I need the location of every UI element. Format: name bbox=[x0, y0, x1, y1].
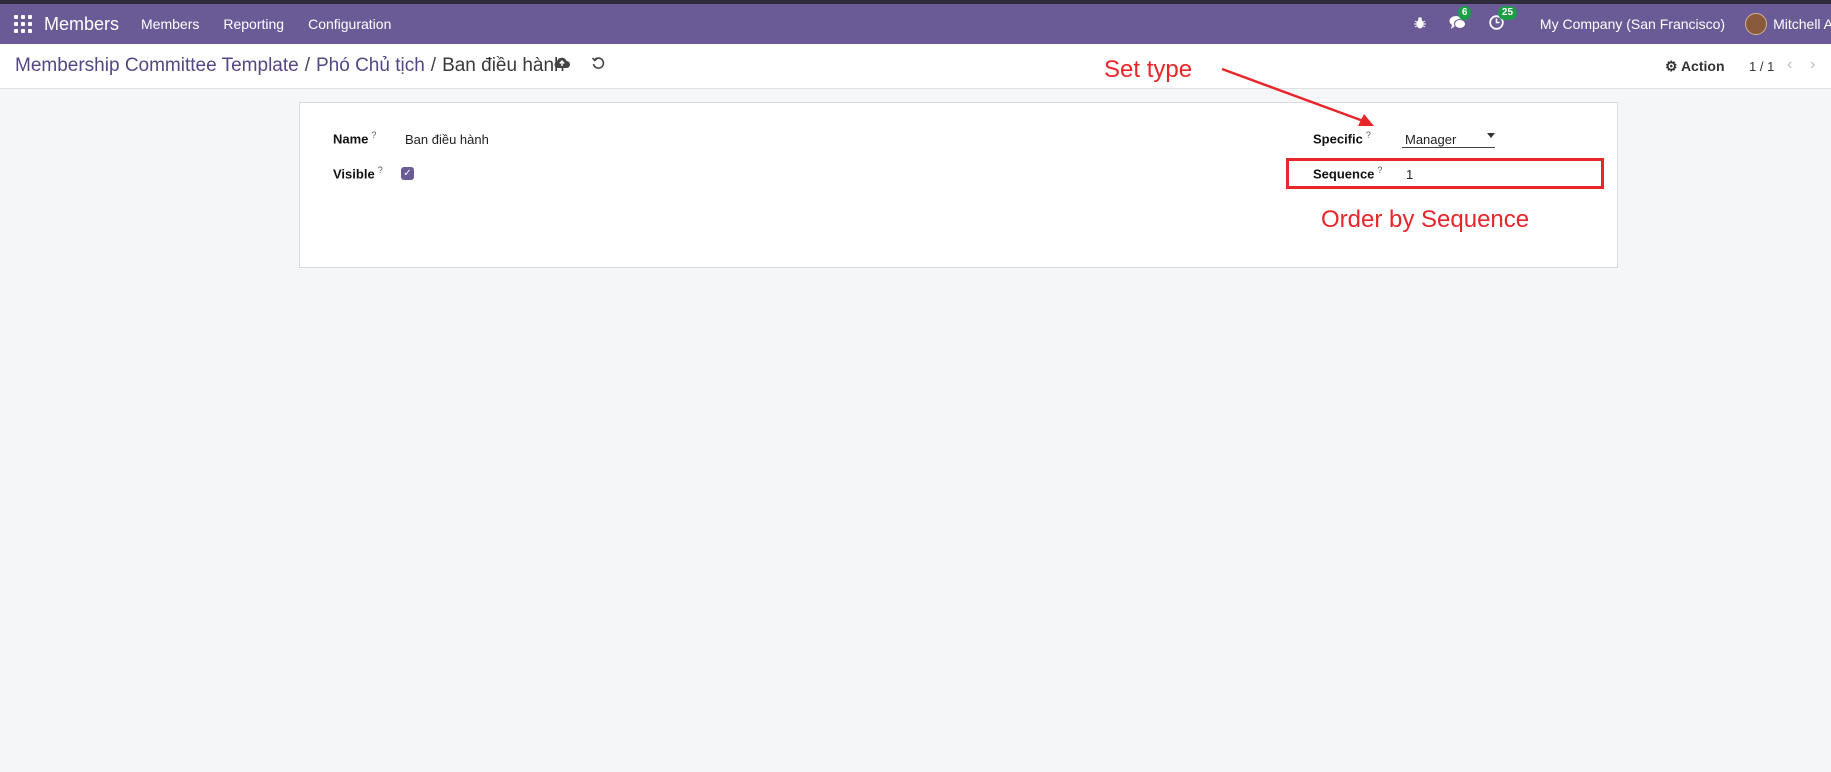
breadcrumb-link-template[interactable]: Membership Committee Template bbox=[15, 55, 299, 76]
visible-checkbox[interactable]: ✓ bbox=[401, 167, 414, 180]
annotation-order-by-sequence: Order by Sequence bbox=[1321, 206, 1530, 233]
specific-select[interactable]: Manager bbox=[1402, 127, 1495, 148]
breadcrumb-separator: / bbox=[304, 55, 310, 76]
menu-configuration[interactable]: Configuration bbox=[308, 16, 391, 32]
top-navbar: Members Members Reporting Configuration … bbox=[0, 0, 1831, 44]
app-grid-icon[interactable] bbox=[12, 13, 34, 35]
breadcrumb: Membership Committee Template / Phó Chủ tị… bbox=[15, 55, 565, 77]
control-panel: Membership Committee Template / Phó Chủ tị… bbox=[0, 44, 1831, 89]
visible-help-icon[interactable]: ? bbox=[378, 165, 383, 175]
annotation-set-type: Set type bbox=[1104, 56, 1193, 83]
pager-value[interactable]: 1 / 1 bbox=[1749, 59, 1774, 74]
breadcrumb-current: Ban điều hành bbox=[442, 55, 565, 76]
annotation-highlight-box bbox=[1286, 158, 1604, 189]
specific-value: Manager bbox=[1405, 132, 1457, 147]
breadcrumb-link-vice-chairman[interactable]: Phó Chủ tịch bbox=[316, 55, 425, 76]
breadcrumb-separator: / bbox=[430, 55, 437, 76]
company-switcher[interactable]: My Company (San Francisco) bbox=[1540, 16, 1725, 32]
bug-icon[interactable] bbox=[1413, 16, 1427, 33]
messages-badge: 6 bbox=[1457, 5, 1472, 20]
name-help-icon[interactable]: ? bbox=[371, 130, 376, 140]
app-name[interactable]: Members bbox=[44, 14, 119, 35]
chat-icon[interactable]: 6 bbox=[1449, 5, 1472, 34]
name-field[interactable]: Ban điều hành bbox=[405, 132, 489, 147]
systray: 6 25 My Company (San Francisco) Mitchell… bbox=[1413, 4, 1831, 44]
menu-reporting[interactable]: Reporting bbox=[223, 16, 284, 32]
discard-undo-icon[interactable] bbox=[591, 56, 605, 74]
visible-label: Visible? bbox=[333, 165, 383, 182]
user-menu[interactable]: Mitchell A bbox=[1773, 16, 1831, 32]
pager-previous-icon[interactable]: ‹ bbox=[1787, 56, 1792, 74]
name-label: Name? bbox=[333, 130, 377, 147]
gear-icon: ⚙ bbox=[1665, 58, 1678, 74]
pager-next-icon[interactable]: › bbox=[1810, 56, 1815, 74]
activities-badge: 25 bbox=[1497, 6, 1518, 20]
action-button[interactable]: ⚙ Action bbox=[1665, 58, 1725, 75]
menu-members[interactable]: Members bbox=[141, 16, 199, 32]
annotation-arrow-icon bbox=[1221, 67, 1374, 126]
clock-icon[interactable]: 25 bbox=[1489, 6, 1518, 33]
save-cloud-icon[interactable] bbox=[554, 56, 570, 73]
action-label: Action bbox=[1680, 58, 1725, 74]
user-avatar[interactable] bbox=[1745, 13, 1768, 35]
chevron-down-icon bbox=[1487, 133, 1495, 138]
